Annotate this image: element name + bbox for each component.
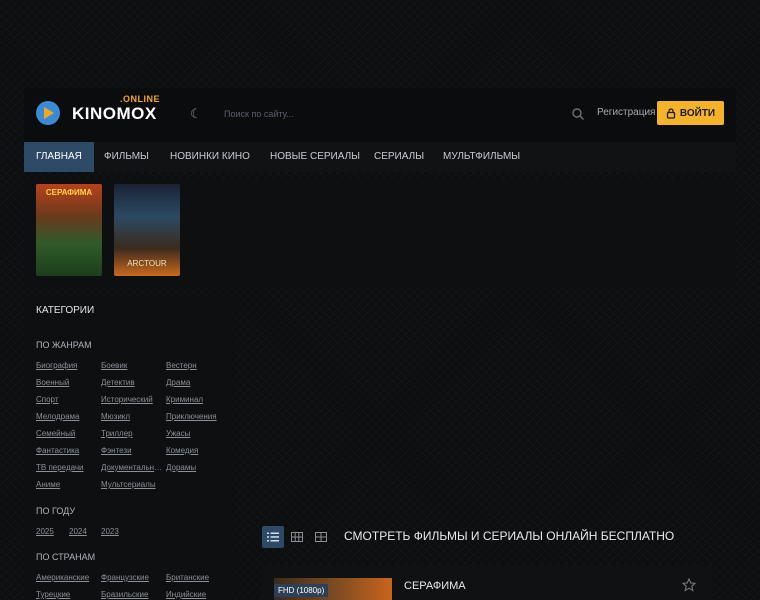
countries-title: ПО СТРАНАМ bbox=[36, 552, 96, 562]
genre-link[interactable]: Комедия bbox=[166, 446, 228, 455]
tiles-icon bbox=[315, 532, 327, 542]
nav-item-home[interactable]: ГЛАВНАЯ bbox=[24, 142, 94, 172]
poster-card[interactable]: ARCTOUR bbox=[114, 184, 180, 276]
genre-link[interactable]: Исторический bbox=[101, 395, 163, 404]
year-link[interactable]: 2023 bbox=[101, 527, 163, 536]
main-nav: ГЛАВНАЯ ФИЛЬМЫ НОВИНКИ КИНО НОВЫЕ СЕРИАЛ… bbox=[24, 142, 736, 172]
list-view-button[interactable] bbox=[262, 526, 284, 548]
logo-play-icon[interactable] bbox=[36, 101, 60, 125]
poster-title: ARCTOUR bbox=[127, 259, 167, 268]
genre-link[interactable]: Боевик bbox=[101, 361, 163, 370]
search-input[interactable] bbox=[218, 101, 584, 127]
logo-suffix: .ONLINE bbox=[120, 94, 161, 104]
poster-card[interactable]: СЕРАФИМА bbox=[36, 184, 102, 276]
country-link[interactable]: Индийские bbox=[166, 590, 228, 599]
list-icon bbox=[267, 532, 279, 542]
lock-icon bbox=[666, 107, 676, 119]
genre-link[interactable]: Дорамы bbox=[166, 463, 228, 472]
quality-badge: FHD (1080p) bbox=[274, 584, 329, 597]
movie-title[interactable]: СЕРАФИМА bbox=[404, 580, 466, 592]
movie-card[interactable]: FHD (1080p) СЕРАФИМА bbox=[262, 566, 712, 600]
genre-link[interactable]: ТВ передачи bbox=[36, 463, 98, 472]
genre-link[interactable]: Вестерн bbox=[166, 361, 228, 370]
country-link[interactable]: Турецкие bbox=[36, 590, 98, 599]
genre-link[interactable]: Фантастика bbox=[36, 446, 98, 455]
nav-item-movies[interactable]: ФИЛЬМЫ bbox=[92, 142, 161, 172]
register-link[interactable]: Регистрация bbox=[597, 107, 655, 118]
genre-link[interactable]: Спорт bbox=[36, 395, 98, 404]
poster-title: СЕРАФИМА bbox=[45, 188, 93, 197]
genres-title: ПО ЖАНРАМ bbox=[36, 340, 92, 350]
genre-link[interactable]: Военный bbox=[36, 378, 98, 387]
logo-text[interactable]: KINOMOX bbox=[72, 104, 157, 124]
genre-link[interactable]: Приключения bbox=[166, 412, 228, 421]
site-header: .ONLINE KINOMOX ☾ Регистрация ВОЙТИ bbox=[24, 88, 736, 142]
country-link[interactable]: Американские bbox=[36, 573, 98, 582]
country-link[interactable]: Бразильские bbox=[101, 590, 163, 599]
genre-link[interactable]: Драма bbox=[166, 378, 228, 387]
tile-view-button[interactable] bbox=[310, 526, 332, 548]
theme-toggle-moon-icon[interactable]: ☾ bbox=[190, 107, 204, 121]
genre-link[interactable]: Триллер bbox=[101, 429, 163, 438]
sidebar-title: КАТЕГОРИИ bbox=[36, 305, 95, 316]
login-button[interactable]: ВОЙТИ bbox=[657, 101, 724, 125]
search-icon[interactable] bbox=[571, 107, 585, 121]
nav-item-new-series[interactable]: НОВЫЕ СЕРИАЛЫ bbox=[258, 142, 372, 172]
genre-link[interactable]: Мелодрама bbox=[36, 412, 98, 421]
genre-link[interactable]: Мультсериалы bbox=[101, 480, 163, 489]
genre-link[interactable]: Мюзикл bbox=[101, 412, 163, 421]
country-link[interactable]: Британские bbox=[166, 573, 228, 582]
genre-link[interactable]: Ужасы bbox=[166, 429, 228, 438]
login-label: ВОЙТИ bbox=[679, 107, 716, 119]
genre-link[interactable]: Биография bbox=[36, 361, 98, 370]
grid-icon bbox=[291, 532, 303, 542]
genre-link[interactable]: Аниме bbox=[36, 480, 98, 489]
genre-link[interactable]: Документальный bbox=[101, 463, 163, 472]
featured-posters: СЕРАФИМА ARCTOUR bbox=[24, 178, 736, 288]
nav-item-cartoons[interactable]: МУЛЬТФИЛЬМЫ bbox=[431, 142, 532, 172]
years-title: ПО ГОДУ bbox=[36, 506, 76, 516]
categories-sidebar: КАТЕГОРИИ ПО ЖАНРАМ Биография Боевик Вес… bbox=[24, 296, 236, 600]
country-link[interactable]: Французские bbox=[101, 573, 163, 582]
grid-view-button[interactable] bbox=[286, 526, 308, 548]
genre-link[interactable]: Семейный bbox=[36, 429, 98, 438]
star-icon[interactable] bbox=[682, 578, 696, 592]
nav-item-new-movies[interactable]: НОВИНКИ КИНО bbox=[158, 142, 262, 172]
genre-link[interactable]: Детектив bbox=[101, 378, 163, 387]
nav-item-series[interactable]: СЕРИАЛЫ bbox=[362, 142, 436, 172]
genre-link[interactable]: Криминал bbox=[166, 395, 228, 404]
page-title: СМОТРЕТЬ ФИЛЬМЫ И СЕРИАЛЫ ОНЛАЙН БЕСПЛАТ… bbox=[344, 529, 675, 543]
genre-link[interactable]: Фэнтези bbox=[101, 446, 163, 455]
